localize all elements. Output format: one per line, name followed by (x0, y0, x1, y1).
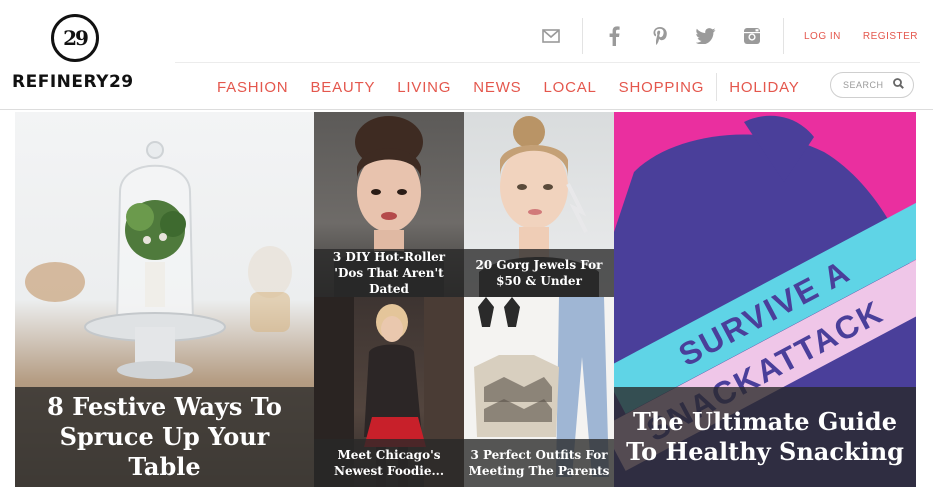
site-header: 29 REFINERY29 LOG IN REGISTER FASHION BE… (0, 0, 933, 110)
search-input[interactable] (843, 80, 889, 90)
header-divider (0, 109, 933, 110)
nav-item-fashion[interactable]: FASHION (217, 79, 288, 96)
nav-divider (716, 73, 718, 101)
search-box[interactable] (830, 72, 914, 98)
story-tile-perfect-outfits[interactable]: 3 Perfect Outfits For Meeting The Parent… (464, 297, 614, 487)
story-title[interactable]: The Ultimate Guide To Healthy Snacking (614, 387, 916, 487)
main-nav: FASHION BEAUTY LIVING NEWS LOCAL SHOPPIN… (206, 73, 811, 101)
story-tile-gorg-jewels[interactable]: 20 Gorg Jewels For $50 & Under (464, 112, 614, 297)
brand-name: REFINERY29 (12, 72, 134, 92)
instagram-icon[interactable] (737, 21, 767, 51)
utility-bar: LOG IN REGISTER (528, 18, 918, 54)
story-tile-festive-table[interactable]: 8 Festive Ways To Spruce Up Your Table (15, 112, 314, 487)
story-tile-hot-roller[interactable]: 3 DIY Hot-Roller 'Dos That Aren't Dated (314, 112, 464, 297)
facebook-icon[interactable] (599, 21, 629, 51)
nav-item-holiday[interactable]: HOLIDAY (729, 79, 799, 96)
utility-divider (582, 18, 583, 54)
story-tile-healthy-snacking[interactable]: SURVIVE A SNACKATTACK The Ultimate Guide… (614, 112, 916, 487)
utility-divider (783, 18, 784, 54)
pinterest-icon[interactable] (645, 21, 675, 51)
login-link[interactable]: LOG IN (804, 31, 841, 42)
story-title[interactable]: 20 Gorg Jewels For $50 & Under (464, 249, 614, 297)
search-icon[interactable] (893, 78, 904, 92)
story-title[interactable]: 3 Perfect Outfits For Meeting The Parent… (464, 439, 614, 487)
register-link[interactable]: REGISTER (863, 31, 918, 42)
nav-item-living[interactable]: LIVING (397, 79, 451, 96)
nav-item-shopping[interactable]: SHOPPING (619, 79, 705, 96)
nav-item-beauty[interactable]: BEAUTY (310, 79, 375, 96)
twitter-icon[interactable] (691, 21, 721, 51)
story-title[interactable]: Meet Chicago's Newest Foodie... (314, 439, 464, 487)
story-title[interactable]: 3 DIY Hot-Roller 'Dos That Aren't Dated (314, 249, 464, 297)
story-tile-chicago-foodie[interactable]: Meet Chicago's Newest Foodie... (314, 297, 464, 487)
story-title[interactable]: 8 Festive Ways To Spruce Up Your Table (15, 387, 314, 487)
nav-item-local[interactable]: LOCAL (543, 79, 596, 96)
nav-item-news[interactable]: NEWS (473, 79, 521, 96)
logo-mark: 29 (51, 14, 99, 62)
nav-top-rule (175, 62, 920, 63)
mail-icon[interactable] (536, 21, 566, 51)
site-logo[interactable]: 29 REFINERY29 (12, 14, 152, 96)
